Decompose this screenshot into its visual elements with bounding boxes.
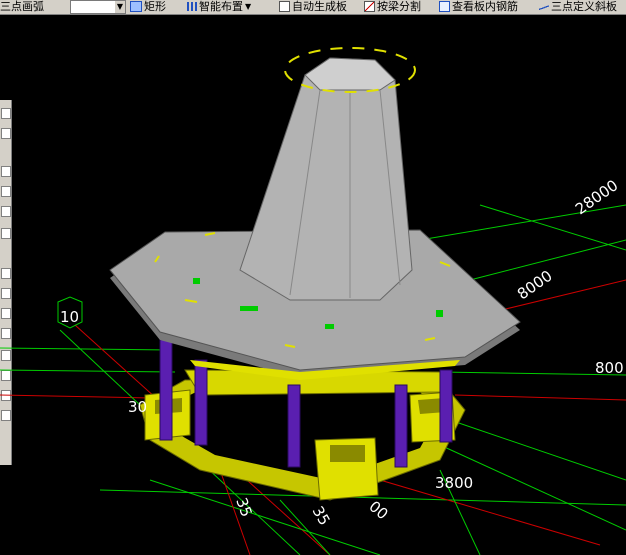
grid-icon (187, 2, 197, 11)
chevron-down-icon: ▼ (115, 1, 125, 13)
view-rebar-label: 查看板内钢筋 (452, 0, 518, 13)
arc-tool-label: 三点画弧 (0, 0, 44, 13)
cone-shell (239, 47, 416, 301)
slab-icon (279, 1, 290, 12)
smart-layout-label: 智能布置 (199, 0, 243, 13)
slope-slab-button[interactable]: 三点定义斜板 (539, 0, 617, 13)
split-icon (364, 1, 375, 12)
rect-button[interactable]: 矩形 (130, 0, 166, 13)
auto-slab-button[interactable]: 自动生成板 (279, 0, 347, 13)
base-beam-ring (139, 369, 466, 501)
dim-label: 35 (309, 503, 334, 529)
dim-label: 00 (365, 497, 391, 523)
split-by-beam-label: 按梁分割 (377, 0, 421, 13)
dim-label: 8000 (514, 267, 556, 304)
3d-viewport[interactable]: 10 28000 8000 800 30 3800 35 35 00 (0, 15, 626, 555)
arc-tool[interactable]: 三点画弧 (0, 0, 44, 13)
chevron-down-icon: ▼ (245, 1, 252, 11)
split-by-beam-button[interactable]: 按梁分割 (364, 0, 421, 13)
dim-label: 3800 (435, 474, 473, 492)
dim-label: 800 (595, 359, 624, 377)
smart-layout-button[interactable]: 智能布置 ▼ (187, 0, 251, 13)
view-rebar-button[interactable]: 查看板内钢筋 (439, 0, 518, 13)
axis-bubble: 10 (57, 296, 83, 329)
rect-button-label: 矩形 (144, 0, 166, 13)
slope-icon (539, 1, 549, 12)
draw-mode-select[interactable]: ▼ (70, 0, 126, 14)
rectangle-icon (130, 1, 142, 12)
axis-bubble-label: 10 (60, 308, 79, 326)
dim-label: 28000 (572, 176, 621, 218)
toolbar: 三点画弧 ▼ 矩形 智能布置 ▼ 自动生成板 按梁分割 查看板内钢筋 三点定义斜… (0, 0, 626, 15)
auto-slab-label: 自动生成板 (292, 0, 347, 13)
slope-slab-label: 三点定义斜板 (551, 0, 617, 13)
rebar-icon (439, 1, 450, 12)
dim-label: 30 (128, 398, 147, 416)
